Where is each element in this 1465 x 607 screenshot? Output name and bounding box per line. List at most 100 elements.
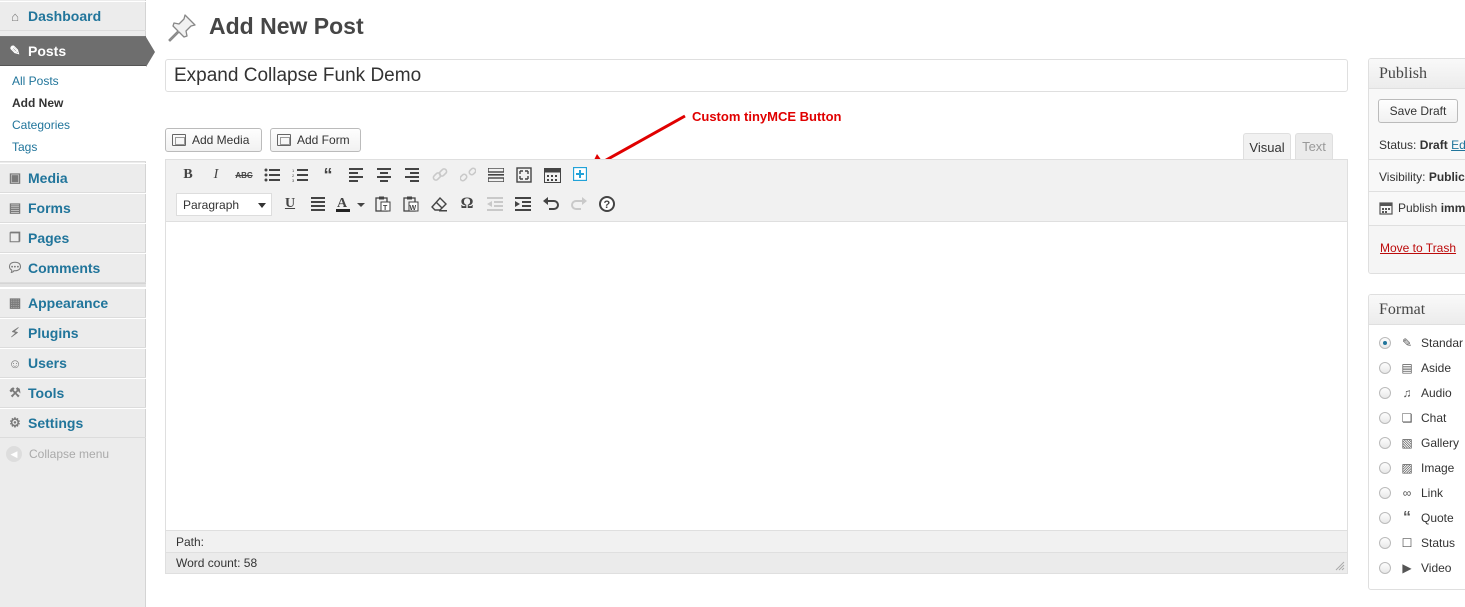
- format-option-label: Standar: [1421, 336, 1464, 350]
- sidebar-item-pages[interactable]: ❐ Pages: [0, 223, 146, 253]
- help-icon[interactable]: ?: [596, 193, 618, 215]
- publish-box: Publish Save Draft Status: Draft Ed Visi…: [1368, 58, 1465, 274]
- submenu-tags[interactable]: Tags: [12, 140, 37, 154]
- custom-plus-icon[interactable]: [569, 163, 591, 185]
- align-center-icon[interactable]: [373, 164, 395, 186]
- format-option-label: Chat: [1421, 411, 1447, 425]
- publish-date-row: Publish imm: [1379, 201, 1465, 215]
- editor-content-area[interactable]: [166, 223, 1347, 531]
- radio-button[interactable]: [1379, 362, 1391, 374]
- submenu-all-posts[interactable]: All Posts: [12, 74, 59, 88]
- media-icon: [172, 134, 186, 146]
- justify-icon[interactable]: [307, 193, 329, 215]
- undo-icon[interactable]: [540, 193, 562, 215]
- special-char-icon[interactable]: Ω: [456, 193, 478, 215]
- sidebar-item-label: Comments: [28, 260, 101, 276]
- status-label: Status:: [1379, 138, 1417, 152]
- format-select[interactable]: Paragraph: [176, 193, 272, 216]
- bold-icon[interactable]: B: [177, 164, 199, 186]
- radio-button[interactable]: [1379, 387, 1391, 399]
- unlink-icon[interactable]: [457, 164, 479, 186]
- add-media-button[interactable]: Add Media: [165, 128, 262, 152]
- format-option-chat[interactable]: ❏ Chat: [1379, 408, 1446, 428]
- sidebar-item-label: Posts: [28, 43, 67, 59]
- radio-button[interactable]: [1379, 487, 1391, 499]
- sidebar-item-settings[interactable]: ⚙︎ Settings: [0, 408, 146, 438]
- radio-button[interactable]: [1379, 537, 1391, 549]
- blockquote-icon[interactable]: “: [317, 164, 339, 186]
- outdent-icon[interactable]: [484, 193, 506, 215]
- radio-button[interactable]: [1379, 412, 1391, 424]
- plugin-icon: ⚡︎: [10, 325, 20, 340]
- format-option-quote[interactable]: “ Quote: [1379, 508, 1454, 528]
- sidebar-item-label: Tools: [28, 385, 65, 401]
- strikethrough-icon[interactable]: ABC: [233, 164, 255, 186]
- add-form-button[interactable]: Add Form: [270, 128, 361, 152]
- format-option-label: Link: [1421, 486, 1444, 500]
- numbered-list-icon[interactable]: 123: [289, 164, 311, 186]
- fullscreen-icon[interactable]: [513, 164, 535, 186]
- radio-button[interactable]: [1379, 512, 1391, 524]
- format-option-image[interactable]: ▨ Image: [1379, 458, 1454, 478]
- underline-icon[interactable]: U: [279, 193, 301, 215]
- paste-text-icon[interactable]: T: [372, 193, 394, 215]
- divider: [1369, 191, 1465, 192]
- sidebar-item-appearance[interactable]: ▦ Appearance: [0, 288, 146, 318]
- text-color-icon[interactable]: A: [334, 193, 368, 215]
- form-icon: [277, 134, 291, 146]
- sidebar-item-users[interactable]: ☺︎ Users: [0, 348, 146, 378]
- format-option-video[interactable]: ▶ Video: [1379, 558, 1451, 578]
- format-option-label: Video: [1421, 561, 1452, 575]
- sidebar-item-label: Plugins: [28, 325, 79, 341]
- format-option-link[interactable]: ∞ Link: [1379, 483, 1443, 503]
- align-left-icon[interactable]: [345, 164, 367, 186]
- svg-text:W: W: [410, 205, 417, 212]
- italic-icon[interactable]: I: [205, 164, 227, 186]
- bullet-list-icon[interactable]: [261, 164, 283, 186]
- chat-icon: ❏: [1401, 411, 1413, 425]
- dashboard-icon: ⌂: [11, 8, 19, 24]
- move-to-trash-link[interactable]: Move to Trash: [1380, 241, 1456, 255]
- paste-word-icon[interactable]: W: [400, 193, 422, 215]
- sidebar-item-comments[interactable]: 💬︎ Comments: [0, 253, 146, 283]
- radio-button[interactable]: [1379, 437, 1391, 449]
- sidebar-item-forms[interactable]: ▤ Forms: [0, 193, 146, 223]
- format-option-gallery[interactable]: ▧ Gallery: [1379, 433, 1459, 453]
- format-option-label: Status: [1421, 536, 1456, 550]
- tab-visual[interactable]: Visual: [1243, 133, 1291, 160]
- redo-icon[interactable]: [568, 193, 590, 215]
- settings-icon: ⚙︎: [9, 415, 21, 430]
- tab-text[interactable]: Text: [1295, 133, 1333, 159]
- more-tag-icon[interactable]: [485, 164, 507, 186]
- align-right-icon[interactable]: [401, 164, 423, 186]
- indent-icon[interactable]: [512, 193, 534, 215]
- format-option-audio[interactable]: ♫ Audio: [1379, 383, 1452, 403]
- submenu-categories[interactable]: Categories: [12, 118, 70, 132]
- resize-grip-icon[interactable]: [1335, 561, 1345, 571]
- submenu-add-new[interactable]: Add New: [12, 96, 63, 110]
- clear-format-icon[interactable]: [428, 193, 450, 215]
- sidebar-item-media[interactable]: ▣ Media: [0, 163, 146, 193]
- users-icon: ☺︎: [8, 355, 22, 371]
- sidebar-item-plugins[interactable]: ⚡︎ Plugins: [0, 318, 146, 348]
- path-label: Path:: [176, 535, 205, 549]
- sidebar-item-dashboard[interactable]: ⌂ Dashboard: [0, 1, 146, 31]
- visibility-row: Visibility: Public: [1379, 170, 1465, 184]
- radio-button[interactable]: [1379, 462, 1391, 474]
- format-option-standard[interactable]: ✎ Standar: [1379, 333, 1463, 353]
- status-edit-link[interactable]: Ed: [1451, 138, 1465, 152]
- kitchen-sink-icon[interactable]: [541, 164, 563, 186]
- radio-button[interactable]: [1379, 337, 1391, 349]
- link-icon[interactable]: [429, 164, 451, 186]
- format-option-aside[interactable]: ▤ Aside: [1379, 358, 1451, 378]
- radio-button[interactable]: [1379, 562, 1391, 574]
- sidebar-item-tools[interactable]: ⚒︎ Tools: [0, 378, 146, 408]
- format-box: Format ✎ Standar ▤ Aside ♫ Audio ❏ Chat …: [1368, 294, 1465, 590]
- link-icon: ∞: [1402, 486, 1412, 500]
- post-title-input[interactable]: [165, 59, 1348, 92]
- format-option-status[interactable]: ☐ Status: [1379, 533, 1455, 553]
- gallery-icon: ▧: [1401, 436, 1413, 450]
- save-draft-button[interactable]: Save Draft: [1378, 99, 1458, 123]
- sidebar-item-posts[interactable]: ✎ Posts: [0, 36, 155, 67]
- collapse-menu-button[interactable]: ◀ Collapse menu: [6, 446, 109, 462]
